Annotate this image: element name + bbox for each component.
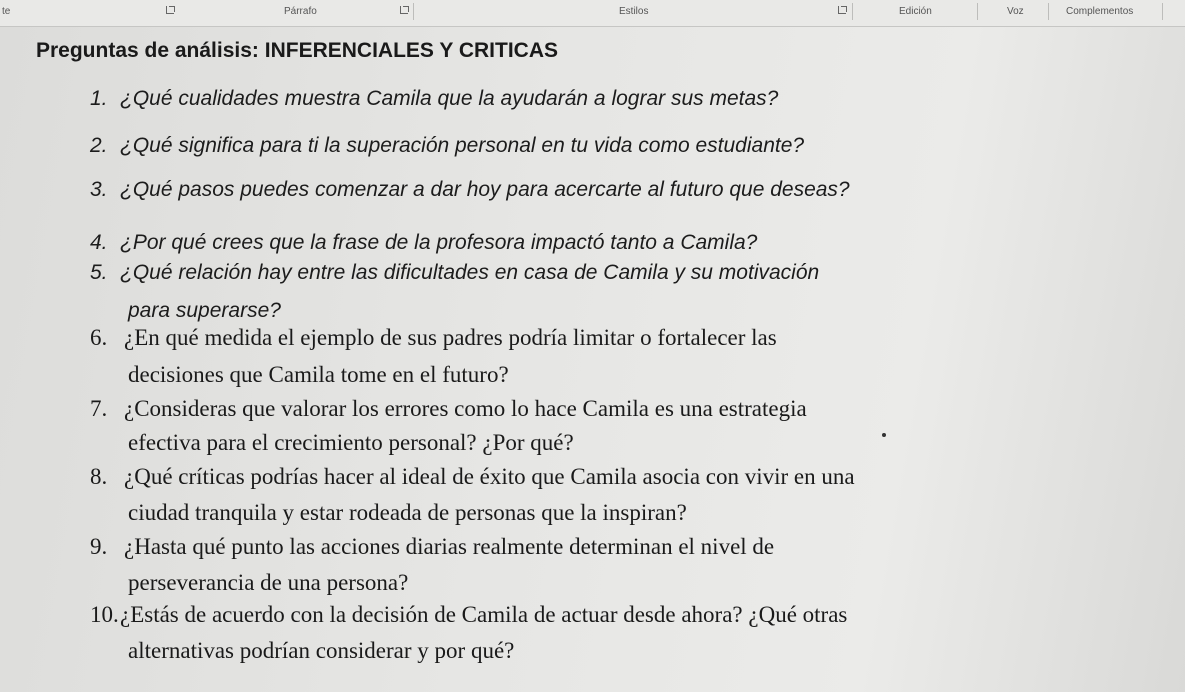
document-page[interactable]: Preguntas de análisis: INFERENCIALES Y C… xyxy=(0,27,1185,692)
font-dialog-launcher-icon[interactable] xyxy=(166,6,175,14)
paragraph-dialog-launcher-icon[interactable] xyxy=(400,6,409,14)
question-number: 2. xyxy=(90,134,108,157)
question-text: ¿Qué pasos puedes comenzar a dar hoy par… xyxy=(120,178,850,201)
question-number: 3. xyxy=(90,178,108,201)
ribbon-separator xyxy=(413,3,414,20)
page-heading: Preguntas de análisis: INFERENCIALES Y C… xyxy=(36,39,559,62)
ribbon-partial-label: te xyxy=(2,6,11,17)
ribbon-separator xyxy=(852,3,853,20)
question-number: 6. xyxy=(90,325,108,350)
ribbon-separator xyxy=(1162,3,1163,20)
ribbon-group-addins: Complementos xyxy=(1066,6,1134,17)
ribbon-group-styles: Estilos xyxy=(619,6,649,17)
question-text: ¿Qué críticas podrías hacer al ideal de … xyxy=(124,464,855,489)
question-number: 4. xyxy=(90,231,108,254)
ribbon-separator xyxy=(977,3,978,20)
question-text-continued: ciudad tranquila y estar rodeada de pers… xyxy=(128,500,687,525)
question-number: 7. xyxy=(90,396,108,421)
ribbon-group-editing: Edición xyxy=(899,6,932,17)
stray-mark xyxy=(882,433,886,437)
ribbon-group-paragraph: Párrafo xyxy=(284,6,317,17)
question-text: ¿En qué medida el ejemplo de sus padres … xyxy=(124,325,777,350)
question-text: ¿Qué relación hay entre las dificultades… xyxy=(120,261,820,284)
question-text-continued: efectiva para el crecimiento personal? ¿… xyxy=(128,430,574,455)
ribbon-group-labels: te Párrafo Estilos Edición Voz Complemen… xyxy=(0,0,1185,27)
question-text: ¿Hasta qué punto las acciones diarias re… xyxy=(124,534,775,559)
question-text-continued: perseverancia de una persona? xyxy=(128,570,409,595)
question-text: ¿Qué significa para ti la superación per… xyxy=(120,134,805,157)
question-number: 10. xyxy=(90,602,119,627)
ribbon-group-voice: Voz xyxy=(1007,6,1024,17)
question-text-continued: para superarse? xyxy=(128,299,281,322)
question-text-continued: decisiones que Camila tome en el futuro? xyxy=(128,362,509,387)
question-text: ¿Por qué crees que la frase de la profes… xyxy=(120,231,758,254)
question-number: 9. xyxy=(90,534,108,559)
question-text-continued: alternativas podrían considerar y por qu… xyxy=(128,638,515,663)
question-number: 1. xyxy=(90,87,108,110)
question-text: ¿Qué cualidades muestra Camila que la ay… xyxy=(120,87,779,110)
question-text: ¿Consideras que valorar los errores como… xyxy=(124,396,807,421)
ribbon-separator xyxy=(1048,3,1049,20)
styles-dialog-launcher-icon[interactable] xyxy=(838,6,847,14)
question-number: 5. xyxy=(90,261,108,284)
question-number: 8. xyxy=(90,464,108,489)
question-text: ¿Estás de acuerdo con la decisión de Cam… xyxy=(120,602,848,627)
